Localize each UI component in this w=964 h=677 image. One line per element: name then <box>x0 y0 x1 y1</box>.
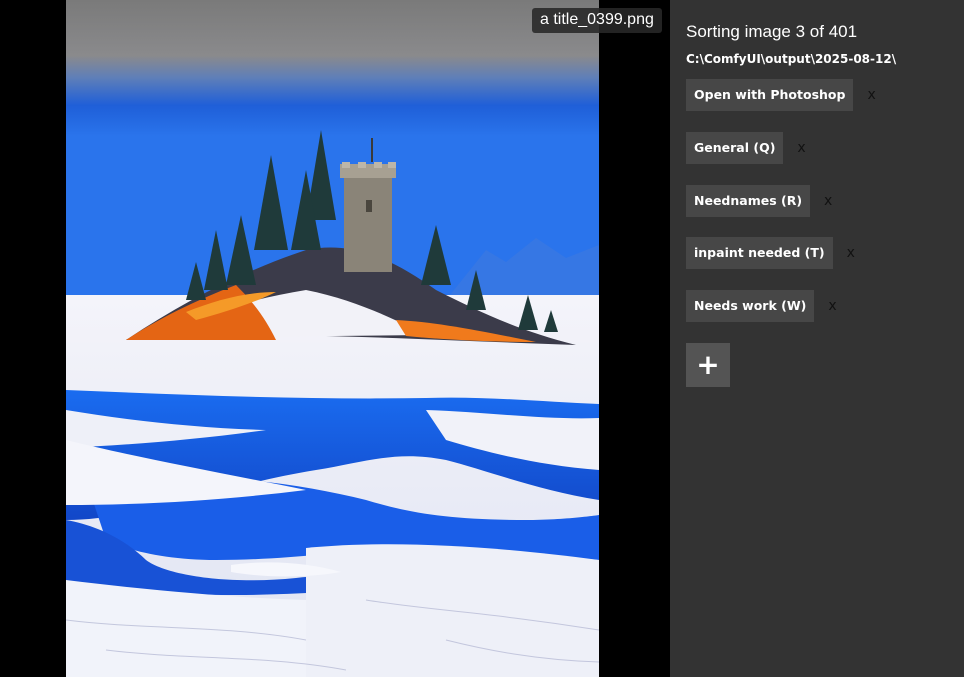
needs-work-button[interactable]: Needs work (W) <box>686 290 815 322</box>
action-row-needs-work: Needs work (W) x <box>686 290 837 322</box>
remove-action-button[interactable]: x <box>847 245 855 261</box>
neednames-button[interactable]: Neednames (R) <box>686 185 811 217</box>
output-path: C:\ComfyUI\output\2025-08-12\ <box>686 52 897 66</box>
add-action-button[interactable]: + <box>686 343 730 387</box>
action-row-general: General (Q) x <box>686 132 806 164</box>
preview-image[interactable] <box>66 0 599 677</box>
remove-action-button[interactable]: x <box>867 87 875 103</box>
filename-label: a title_0399.png <box>532 8 662 33</box>
inpaint-needed-button[interactable]: inpaint needed (T) <box>686 237 833 269</box>
action-row-photoshop: Open with Photoshop x <box>686 79 876 111</box>
open-photoshop-button[interactable]: Open with Photoshop <box>686 79 854 111</box>
image-viewer: a title_0399.png <box>0 0 670 677</box>
action-row-inpaint: inpaint needed (T) x <box>686 237 855 269</box>
remove-action-button[interactable]: x <box>797 140 805 156</box>
action-row-neednames: Neednames (R) x <box>686 185 832 217</box>
progress-title: Sorting image 3 of 401 <box>686 22 858 41</box>
general-button[interactable]: General (Q) <box>686 132 784 164</box>
remove-action-button[interactable]: x <box>828 298 836 314</box>
sort-panel: Sorting image 3 of 401 C:\ComfyUI\output… <box>670 0 964 677</box>
remove-action-button[interactable]: x <box>824 193 832 209</box>
